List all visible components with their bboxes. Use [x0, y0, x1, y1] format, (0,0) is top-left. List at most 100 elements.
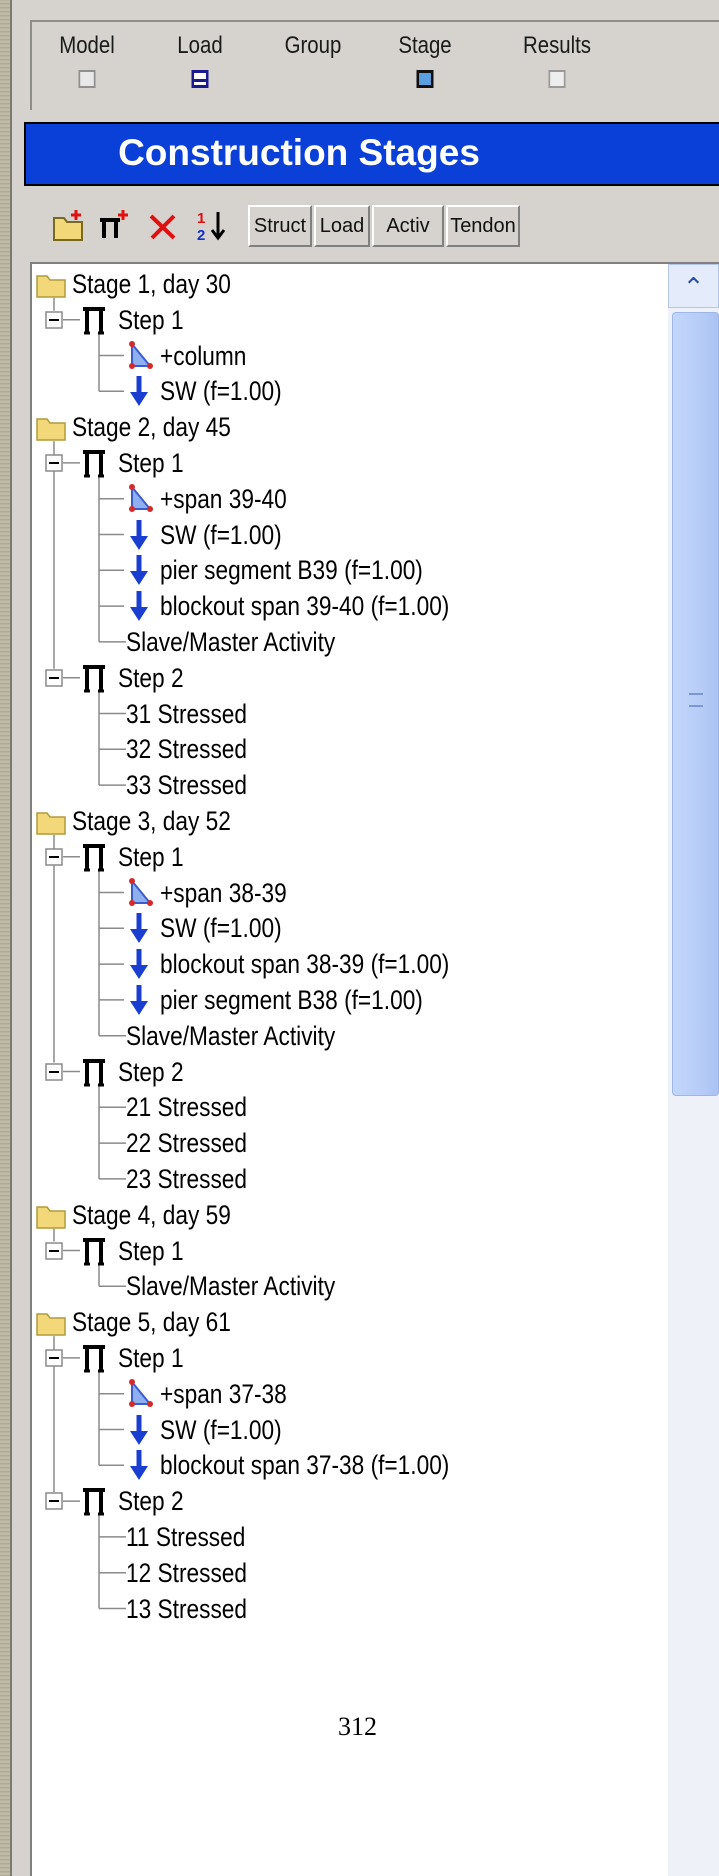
- tree-leaf-item-label: blockout span 37-38 (f=1.00): [160, 1450, 450, 1481]
- tree-leaf-item-label: Slave/Master Activity: [126, 1020, 336, 1051]
- scroll-up-icon[interactable]: ⌃: [668, 264, 719, 308]
- collapse-toggle-icon[interactable]: [45, 454, 63, 472]
- step-icon: [83, 450, 105, 478]
- tree-leaf-item-label: pier segment B38 (f=1.00): [160, 985, 423, 1015]
- tree-step-item-label: Step 1: [118, 304, 184, 335]
- collapse-toggle-icon[interactable]: [45, 668, 63, 687]
- tree-leaf-item-label: +span 37-38: [160, 1378, 287, 1409]
- collapse-toggle-icon[interactable]: [45, 847, 63, 866]
- scroll-grip-icon: [689, 693, 703, 707]
- load-arrow-icon: [130, 913, 148, 944]
- stage-button[interactable]: Stage: [378, 32, 472, 88]
- results-label: Results: [522, 32, 592, 59]
- tree-leaf-item-label: 12 Stressed: [126, 1557, 248, 1588]
- step-icon: [83, 1237, 105, 1266]
- results-button[interactable]: Results: [510, 32, 604, 88]
- group-button[interactable]: Group: [266, 32, 360, 88]
- scroll-thumb[interactable]: [672, 312, 719, 1096]
- delete-icon[interactable]: [146, 208, 180, 242]
- step-icon: [83, 306, 105, 335]
- tab-tendon[interactable]: Tendon: [446, 205, 520, 247]
- tree-step-item-label: Step 2: [118, 662, 184, 693]
- element-icon: [129, 483, 153, 512]
- svg-text:1: 1: [197, 210, 205, 227]
- model-button[interactable]: Model: [40, 32, 134, 88]
- tree-leaf-item-label: SW (f=1.00): [160, 1414, 282, 1445]
- load-arrow-icon: [130, 376, 148, 407]
- tree-leaf-item-label: 21 Stressed: [126, 1092, 248, 1123]
- stage-icon: [416, 70, 434, 88]
- tree-step-item-label: Step 2: [118, 1486, 184, 1517]
- results-icon: [548, 70, 566, 88]
- step-icon: [83, 664, 105, 693]
- tree-step-item-label: Step 2: [118, 1056, 184, 1087]
- sort-icon[interactable]: 1 2: [196, 208, 230, 242]
- load-button[interactable]: Load: [153, 32, 247, 88]
- tree-leaf-item-label: 31 Stressed: [126, 698, 248, 729]
- tree-leaf-item-label: pier segment B39 (f=1.00): [160, 555, 423, 586]
- tab-struct[interactable]: Struct: [248, 205, 312, 247]
- load-arrow-icon: [130, 1414, 148, 1445]
- window-frame: [0, 0, 10, 1876]
- tree-step-item-label: Step 1: [118, 841, 184, 872]
- model-label: Model: [59, 32, 115, 59]
- folder-icon: [36, 418, 66, 441]
- tree-leaf-item-label: 32 Stressed: [126, 734, 248, 765]
- tree-stage-item-label: Stage 5, day 61: [72, 1307, 231, 1338]
- load-arrow-icon: [130, 519, 148, 550]
- tree-leaf-item-label: SW (f=1.00): [160, 913, 282, 944]
- tree-step-item-label: Step 1: [118, 448, 184, 478]
- collapse-toggle-icon[interactable]: [45, 1349, 63, 1367]
- load-arrow-icon: [130, 555, 148, 586]
- tree-leaf-item-label: Slave/Master Activity: [126, 1271, 336, 1302]
- tree-stage-item-label: Stage 1, day 30: [72, 269, 231, 299]
- folder-icon: [36, 812, 66, 835]
- top-toolbar: Model Load Group Stage Results: [30, 20, 719, 110]
- tree-leaf-item-label: 13 Stressed: [126, 1593, 248, 1624]
- tree-leaf-item-label: 33 Stressed: [126, 770, 248, 801]
- tree-leaf-item-label: 22 Stressed: [126, 1128, 248, 1159]
- model-icon: [78, 70, 96, 88]
- step-icon: [83, 1058, 105, 1087]
- vertical-scrollbar[interactable]: ⌃: [668, 264, 719, 1876]
- collapse-toggle-icon[interactable]: [45, 1241, 63, 1260]
- tree-leaf-item-label: SW (f=1.00): [160, 519, 282, 550]
- group-label: Group: [284, 32, 342, 59]
- load-arrow-icon: [130, 1450, 148, 1481]
- stage-tree: Stage 1, day 30 Step 1 +column SW (f=1.00) S…: [30, 262, 719, 1876]
- collapse-toggle-icon[interactable]: [45, 1062, 63, 1081]
- load-icon: [191, 70, 209, 88]
- tree-leaf-item-label: 23 Stressed: [126, 1164, 248, 1194]
- load-label: Load: [177, 32, 223, 59]
- tree-leaf-item-label: +column: [160, 340, 247, 371]
- load-arrow-icon: [130, 985, 148, 1015]
- new-stage-icon[interactable]: [52, 208, 86, 242]
- stage-label: Stage: [398, 32, 452, 59]
- svg-text:2: 2: [197, 227, 205, 242]
- new-step-icon[interactable]: [96, 208, 130, 242]
- step-icon: [83, 843, 105, 872]
- tree-leaf-item-label: 11 Stressed: [126, 1522, 246, 1552]
- tab-load[interactable]: Load: [314, 205, 370, 247]
- tree-stage-item-label: Stage 2, day 45: [72, 412, 231, 443]
- tree-leaf-item-label: blockout span 39-40 (f=1.00): [160, 591, 450, 622]
- collapse-toggle-icon[interactable]: [45, 1492, 63, 1510]
- tab-activ[interactable]: Activ: [372, 205, 444, 247]
- folder-icon: [36, 1206, 66, 1229]
- step-icon: [83, 1488, 105, 1516]
- element-icon: [129, 877, 153, 906]
- collapse-toggle-icon[interactable]: [45, 310, 63, 329]
- element-icon: [129, 340, 153, 369]
- step-icon: [83, 1345, 105, 1373]
- load-arrow-icon: [130, 591, 148, 622]
- tree-step-item-label: Step 1: [118, 1343, 184, 1373]
- folder-icon: [36, 275, 66, 298]
- folder-icon: [36, 1313, 66, 1336]
- tree-leaf-item-label: +span 38-39: [160, 877, 287, 908]
- tree-step-item-label: Step 1: [118, 1235, 184, 1266]
- tree-leaf-item-label: +span 39-40: [160, 483, 287, 514]
- element-icon: [129, 1378, 153, 1407]
- tree-leaf-item-label: Slave/Master Activity: [126, 627, 336, 657]
- page-number: 312: [338, 1712, 377, 1741]
- tree-stage-item-label: Stage 3, day 52: [72, 806, 231, 836]
